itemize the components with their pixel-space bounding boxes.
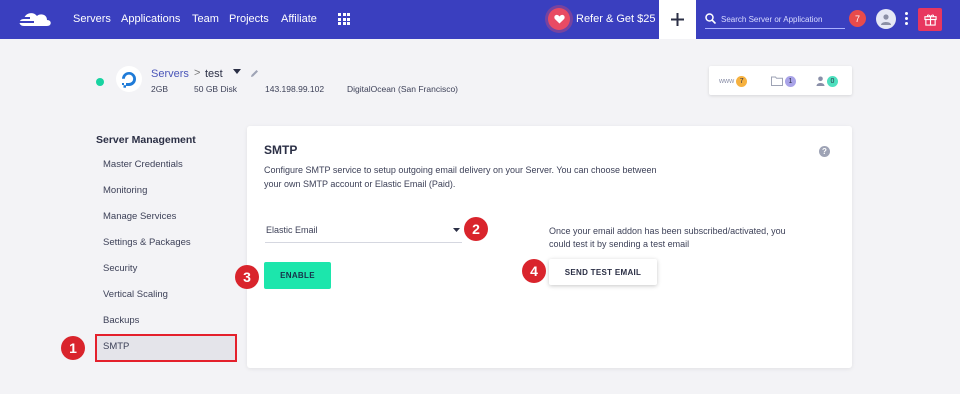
marker-3: 3 [235, 265, 259, 289]
search-box [705, 10, 845, 29]
stat-applications-count: 7 [736, 75, 748, 87]
page-title: SMTP [264, 143, 298, 157]
help-icon[interactable]: ? [819, 146, 830, 157]
nav-applications[interactable]: Applications [121, 13, 180, 25]
breadcrumb-servers[interactable]: Servers [151, 68, 189, 80]
sidebar-item-settings-packages[interactable]: Settings & Packages [103, 237, 191, 248]
folder-icon [771, 76, 783, 86]
smtp-description: Configure SMTP service to setup outgoing… [264, 165, 657, 189]
add-button[interactable] [659, 0, 696, 39]
marker-1: 1 [61, 336, 85, 360]
sidebar-item-backups[interactable]: Backups [103, 315, 139, 326]
server-disk: 50 GB Disk [194, 84, 237, 94]
sidebar-item-security[interactable]: Security [103, 263, 137, 274]
smtp-provider-value: Elastic Email [266, 225, 318, 235]
enable-button[interactable]: ENABLE [264, 262, 331, 289]
notification-badge[interactable]: 7 [849, 10, 866, 27]
cloudways-logo-icon[interactable] [16, 8, 58, 32]
breadcrumb-separator: > [194, 67, 201, 79]
gift-icon [923, 14, 937, 26]
marker-4: 4 [522, 259, 546, 283]
caret-down-icon[interactable] [233, 69, 241, 75]
user-icon [816, 76, 825, 86]
www-icon: www [719, 77, 735, 85]
digitalocean-logo-icon [116, 66, 142, 92]
top-navbar: Servers Applications Team Projects Affil… [0, 0, 960, 39]
stat-members[interactable]: 0 [816, 74, 838, 88]
server-ram: 2GB [151, 84, 169, 94]
search-input[interactable] [721, 11, 843, 27]
marker-2: 2 [464, 217, 488, 241]
server-ip: 143.198.99.102 [265, 84, 325, 94]
gift-button[interactable] [918, 8, 942, 31]
server-status-dot [96, 78, 104, 86]
nav-team[interactable]: Team [192, 13, 219, 25]
user-avatar[interactable] [876, 9, 896, 29]
sidebar-heading: Server Management [96, 134, 196, 146]
stat-members-count: 0 [827, 75, 838, 87]
nav-servers[interactable]: Servers [73, 13, 111, 25]
test-email-info: Once your email addon has been subscribe… [549, 226, 786, 249]
refer-label: Refer & Get $25 [576, 13, 656, 25]
sidebar-item-master-credentials[interactable]: Master Credentials [103, 159, 183, 170]
server-stats-card: www 7 1 0 [709, 66, 852, 95]
stat-files-count: 1 [785, 75, 796, 87]
sidebar-item-manage-services[interactable]: Manage Services [103, 211, 176, 222]
user-icon [881, 14, 891, 25]
pencil-icon[interactable] [250, 69, 259, 78]
sidebar-item-monitoring[interactable]: Monitoring [103, 185, 147, 196]
stat-applications[interactable]: www 7 [719, 74, 748, 88]
smtp-highlight-box [95, 334, 237, 362]
send-test-email-button[interactable]: SEND TEST EMAIL [549, 259, 657, 285]
breadcrumb-server-name[interactable]: test [205, 68, 223, 80]
more-menu-icon[interactable] [905, 12, 909, 26]
caret-down-icon [453, 228, 460, 232]
stat-files[interactable]: 1 [771, 74, 796, 88]
server-provider: DigitalOcean (San Francisco) [347, 84, 459, 94]
plus-icon [671, 13, 684, 26]
heart-icon [548, 8, 570, 30]
smtp-provider-select[interactable]: Elastic Email [265, 217, 462, 243]
apps-grid-icon[interactable] [338, 13, 350, 25]
sidebar-item-vertical-scaling[interactable]: Vertical Scaling [103, 289, 168, 300]
nav-projects[interactable]: Projects [229, 13, 269, 25]
smtp-card: SMTP ? Configure SMTP service to setup o… [247, 126, 852, 368]
refer-button[interactable]: Refer & Get $25 [548, 8, 656, 30]
search-icon [705, 13, 716, 24]
nav-affiliate[interactable]: Affiliate [281, 13, 317, 25]
